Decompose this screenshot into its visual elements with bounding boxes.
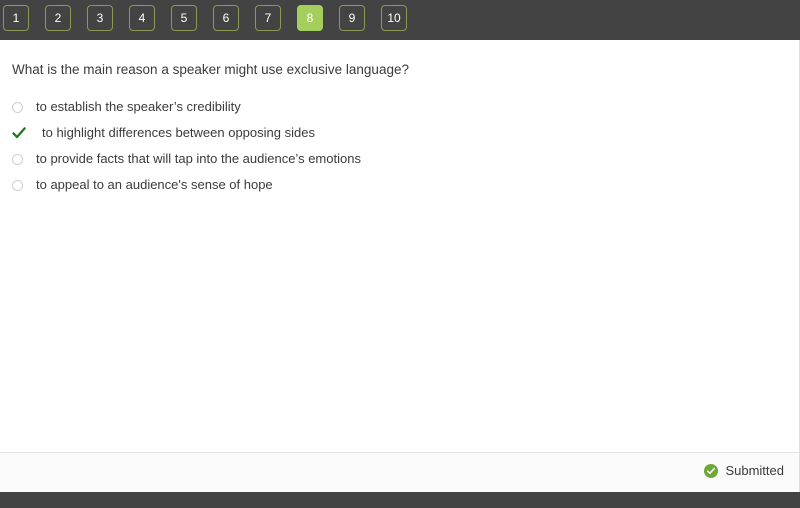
answer-option-label: to provide facts that will tap into the … — [36, 151, 361, 166]
option-marker — [12, 126, 36, 140]
radio-unselected-icon[interactable] — [12, 179, 23, 191]
answer-option-label: to establish the speaker’s credibility — [36, 99, 241, 114]
status-footer: Submitted — [0, 452, 800, 492]
question-nav-list: 1 2 3 4 5 6 7 8 9 10 — [3, 5, 407, 31]
question-nav-button-8[interactable]: 8 — [297, 5, 323, 31]
status-badge: Submitted — [704, 464, 784, 478]
question-content: What is the main reason a speaker might … — [0, 40, 800, 452]
question-nav-button-1[interactable]: 1 — [3, 5, 29, 31]
check-circle-icon — [704, 464, 719, 478]
answer-option[interactable]: to appeal to an audience's sense of hope — [12, 172, 752, 198]
radio-unselected-icon[interactable] — [12, 153, 23, 165]
question-nav-button-3[interactable]: 3 — [87, 5, 113, 31]
bottom-bar — [0, 492, 800, 508]
question-nav-button-5[interactable]: 5 — [171, 5, 197, 31]
option-marker — [12, 101, 36, 113]
option-marker — [12, 153, 36, 165]
check-mark-icon — [12, 126, 26, 140]
quiz-page: 1 2 3 4 5 6 7 8 9 10 What is the main re… — [0, 0, 800, 508]
question-nav-button-10[interactable]: 10 — [381, 5, 407, 31]
question-nav-button-9[interactable]: 9 — [339, 5, 365, 31]
option-marker — [12, 179, 36, 191]
question-nav-button-4[interactable]: 4 — [129, 5, 155, 31]
question-prompt: What is the main reason a speaker might … — [12, 62, 409, 77]
answer-option[interactable]: to highlight differences between opposin… — [12, 120, 752, 146]
answer-option[interactable]: to provide facts that will tap into the … — [12, 146, 752, 172]
answer-options-list: to establish the speaker’s credibility t… — [12, 94, 752, 198]
answer-option-label: to appeal to an audience's sense of hope — [36, 177, 273, 192]
radio-unselected-icon[interactable] — [12, 101, 23, 113]
answer-option[interactable]: to establish the speaker’s credibility — [12, 94, 752, 120]
question-nav-button-2[interactable]: 2 — [45, 5, 71, 31]
answer-option-label: to highlight differences between opposin… — [42, 125, 315, 140]
question-nav-button-7[interactable]: 7 — [255, 5, 281, 31]
status-label: Submitted — [725, 463, 784, 478]
question-nav-button-6[interactable]: 6 — [213, 5, 239, 31]
question-nav-bar: 1 2 3 4 5 6 7 8 9 10 — [0, 0, 800, 40]
